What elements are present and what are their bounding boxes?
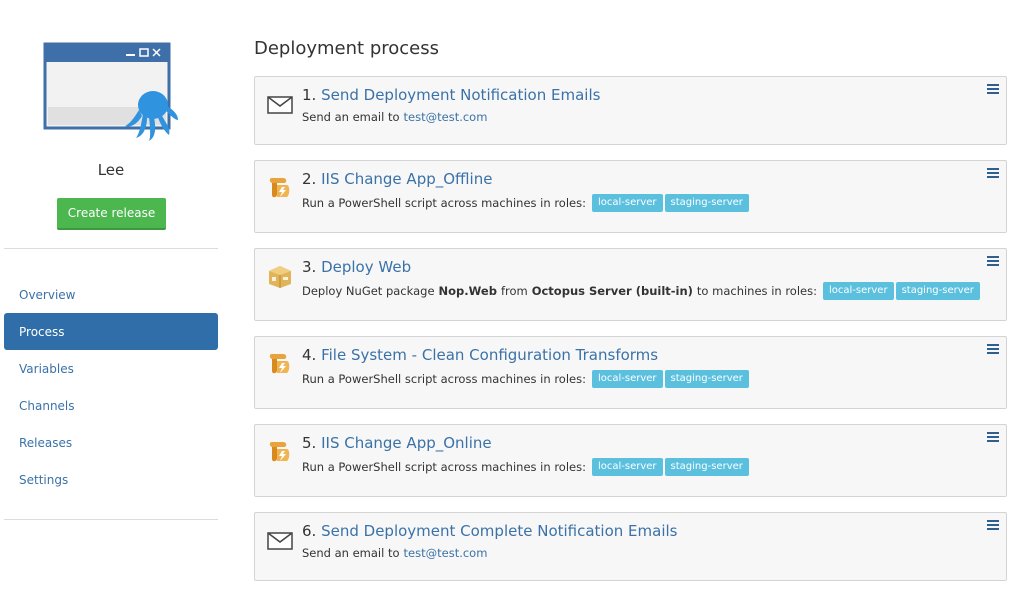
sidebar-divider (4, 248, 218, 249)
nav-item-process[interactable]: Process (4, 313, 218, 350)
role-badge: local-server (822, 282, 894, 300)
page-title: Deployment process (254, 38, 439, 59)
step-name-link[interactable]: File System - Clean Configuration Transf… (321, 346, 658, 364)
step-number: 6. (302, 522, 317, 540)
step-name-link[interactable]: Send Deployment Notification Emails (321, 86, 600, 104)
step-description: Send an email to test@test.com (302, 110, 487, 124)
process-step: 3. Deploy Web Deploy NuGet package Nop.W… (254, 248, 1007, 321)
nav-item-variables[interactable]: Variables (4, 350, 218, 387)
role-badge: staging-server (664, 194, 749, 212)
step-desc-text: Run a PowerShell script across machines … (302, 196, 586, 210)
step-title: 5. IIS Change App_Online (302, 434, 492, 452)
step-name-link[interactable]: IIS Change App_Online (321, 434, 492, 452)
process-step: 1. Send Deployment Notification Emails S… (254, 76, 1007, 145)
step-description: Run a PowerShell script across machines … (302, 458, 749, 476)
step-name-link[interactable]: Deploy Web (321, 258, 411, 276)
step-description: Run a PowerShell script across machines … (302, 194, 749, 212)
step-desc-text: Deploy NuGet package (302, 284, 435, 298)
envelope-icon (267, 96, 293, 114)
project-nav: Overview Process Variables Channels Rele… (4, 276, 218, 498)
powershell-script-icon (269, 178, 290, 198)
step-name-link[interactable]: IIS Change App_Offline (321, 170, 492, 188)
step-menu-icon[interactable] (987, 520, 999, 532)
step-number: 2. (302, 170, 317, 188)
step-desc-text: Run a PowerShell script across machines … (302, 460, 586, 474)
step-title: 6. Send Deployment Complete Notification… (302, 522, 677, 540)
step-menu-icon[interactable] (987, 344, 999, 356)
envelope-icon (267, 532, 293, 550)
powershell-script-icon (269, 354, 290, 374)
step-description: Deploy NuGet package Nop.Web from Octopu… (302, 282, 980, 300)
step-title: 3. Deploy Web (302, 258, 411, 276)
step-title: 4. File System - Clean Configuration Tra… (302, 346, 658, 364)
step-menu-icon[interactable] (987, 432, 999, 444)
step-desc-text: Run a PowerShell script across machines … (302, 372, 586, 386)
nuget-package-icon (269, 266, 291, 288)
feed-name: Octopus Server (built-in) (531, 284, 693, 298)
step-menu-icon[interactable] (987, 84, 999, 96)
role-badge: staging-server (664, 458, 749, 476)
powershell-script-icon (269, 442, 290, 462)
role-badge: local-server (591, 194, 663, 212)
email-link[interactable]: test@test.com (404, 110, 488, 124)
package-name: Nop.Web (438, 284, 497, 298)
process-step: 2. IIS Change App_Offline Run a PowerShe… (254, 160, 1007, 233)
create-release-button[interactable]: Create release (57, 198, 166, 230)
sidebar: Lee Create release Overview Process Vari… (0, 0, 222, 590)
role-badge: local-server (591, 458, 663, 476)
role-badge: local-server (591, 370, 663, 388)
step-description: Send an email to test@test.com (302, 546, 487, 560)
step-desc-text: Send an email to (302, 546, 400, 560)
step-number: 4. (302, 346, 317, 364)
sidebar-divider-bottom (4, 519, 218, 520)
step-number: 1. (302, 86, 317, 104)
role-badge: staging-server (664, 370, 749, 388)
main-content: Deployment process 1. Send Deployment No… (254, 0, 1007, 590)
project-name: Lee (97, 161, 125, 179)
process-step: 5. IIS Change App_Online Run a PowerShel… (254, 424, 1007, 497)
role-badge: staging-server (895, 282, 980, 300)
step-desc-text: from (500, 284, 528, 298)
step-name-link[interactable]: Send Deployment Complete Notification Em… (321, 522, 677, 540)
process-step: 6. Send Deployment Complete Notification… (254, 512, 1007, 581)
step-title: 2. IIS Change App_Offline (302, 170, 492, 188)
nav-item-releases[interactable]: Releases (4, 424, 218, 461)
step-number: 5. (302, 434, 317, 452)
project-logo-icon (43, 42, 178, 141)
step-description: Run a PowerShell script across machines … (302, 370, 749, 388)
email-link[interactable]: test@test.com (404, 546, 488, 560)
nav-item-overview[interactable]: Overview (4, 276, 218, 313)
step-menu-icon[interactable] (987, 168, 999, 180)
nav-item-channels[interactable]: Channels (4, 387, 218, 424)
step-desc-text: Send an email to (302, 110, 400, 124)
step-desc-text: to machines in roles: (696, 284, 817, 298)
step-number: 3. (302, 258, 317, 276)
process-step: 4. File System - Clean Configuration Tra… (254, 336, 1007, 409)
step-menu-icon[interactable] (987, 256, 999, 268)
step-title: 1. Send Deployment Notification Emails (302, 86, 600, 104)
nav-item-settings[interactable]: Settings (4, 461, 218, 498)
